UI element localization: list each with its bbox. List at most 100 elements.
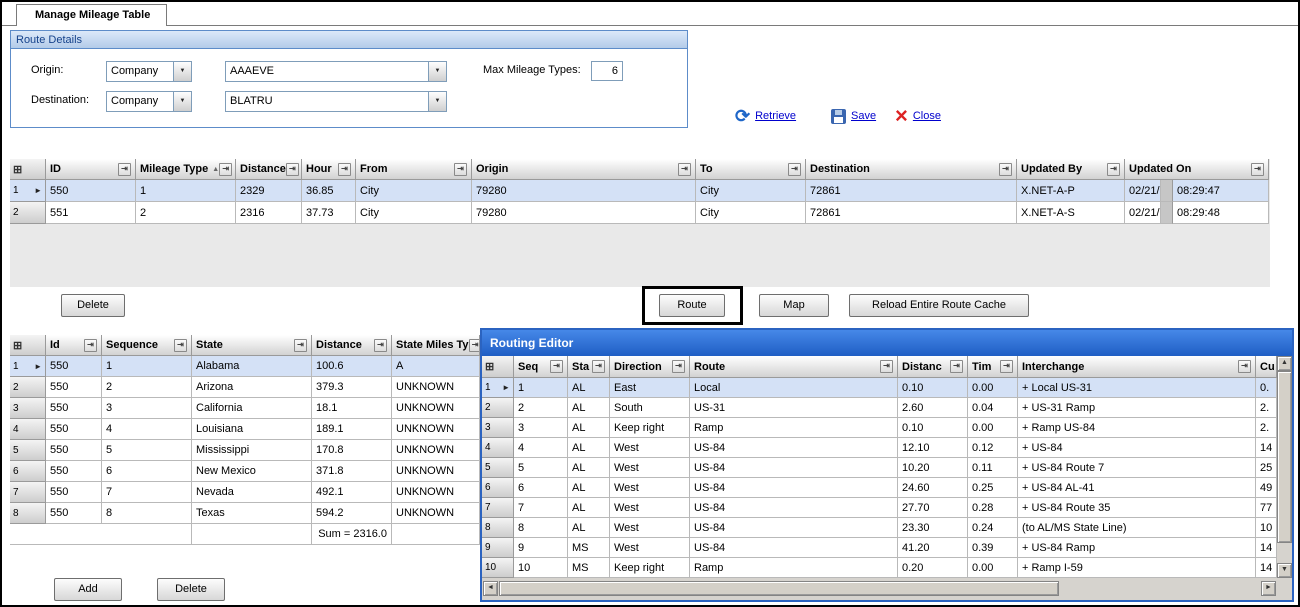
row-header[interactable]: 5 <box>482 458 514 478</box>
grid-cell[interactable]: US-84 <box>690 458 898 478</box>
grid-cell[interactable]: + US-84 Ramp <box>1018 538 1256 558</box>
grid-cell[interactable]: 0.11 <box>968 458 1018 478</box>
grid-cell[interactable]: 2316 <box>236 202 302 224</box>
route-button[interactable]: Route <box>659 294 725 317</box>
grid-cell[interactable]: 2.60 <box>898 398 968 418</box>
table-row[interactable]: 44ALWestUS-8412.100.12+ US-8414 <box>482 438 1277 458</box>
grid-cell[interactable]: 4 <box>102 419 192 440</box>
vertical-scrollbar[interactable]: ▲ ▼ <box>1277 356 1292 578</box>
row-header[interactable]: 1► <box>482 378 514 398</box>
row-header[interactable]: 3 <box>10 398 46 419</box>
table-row[interactable]: 1►1ALEastLocal0.100.00+ Local US-310. <box>482 378 1277 398</box>
grid-cell[interactable]: 1 <box>102 356 192 377</box>
column-pin-icon[interactable]: ⇥ <box>469 339 480 352</box>
column-header[interactable]: Tim⇥ <box>968 356 1018 378</box>
grid-cell[interactable]: West <box>610 518 690 538</box>
grid-corner-cell[interactable]: ⊞ <box>10 335 46 356</box>
scroll-left-icon[interactable]: ◄ <box>483 581 498 596</box>
row-header[interactable]: 7 <box>482 498 514 518</box>
grid-cell[interactable]: Louisiana <box>192 419 312 440</box>
map-button[interactable]: Map <box>759 294 829 317</box>
delete-button-bottom[interactable]: Delete <box>157 578 225 601</box>
column-pin-icon[interactable]: ⇥ <box>788 163 801 176</box>
grid-cell[interactable]: 10 <box>1256 518 1277 538</box>
grid-cell[interactable]: City <box>696 180 806 202</box>
row-header[interactable]: 2 <box>10 377 46 398</box>
grid-cell[interactable]: 7 <box>102 482 192 503</box>
grid-cell[interactable]: Nevada <box>192 482 312 503</box>
table-row[interactable]: 22ALSouthUS-312.600.04+ US-31 Ramp2. <box>482 398 1277 418</box>
reload-route-cache-button[interactable]: Reload Entire Route Cache <box>849 294 1029 317</box>
scroll-up-icon[interactable]: ▲ <box>1277 356 1292 371</box>
grid-cell[interactable]: 72861 <box>806 202 1017 224</box>
column-header[interactable]: Interchange⇥ <box>1018 356 1256 378</box>
grid-cell[interactable]: Texas <box>192 503 312 524</box>
grid-cell[interactable]: 10 <box>514 558 568 578</box>
grid-cell[interactable]: UNKNOWN <box>392 482 480 503</box>
grid-cell[interactable]: Keep right <box>610 558 690 578</box>
chevron-down-icon[interactable]: ▼ <box>428 92 446 111</box>
grid-cell[interactable]: Mississippi <box>192 440 312 461</box>
row-header[interactable]: 4 <box>482 438 514 458</box>
grid-cell[interactable]: AL <box>568 458 610 478</box>
column-pin-icon[interactable]: ⇥ <box>1251 163 1264 176</box>
column-header[interactable]: Direction⇥ <box>610 356 690 378</box>
table-row[interactable]: 25512231637.73City79280City72861X.NET-A-… <box>10 202 1270 224</box>
column-pin-icon[interactable]: ⇥ <box>1000 360 1013 373</box>
grid-cell[interactable]: 72861 <box>806 180 1017 202</box>
row-header[interactable]: 2 <box>10 202 46 224</box>
grid-cell[interactable]: 14 <box>1256 538 1277 558</box>
row-header[interactable]: 9 <box>482 538 514 558</box>
grid-cell[interactable]: 37.73 <box>302 202 356 224</box>
column-header[interactable]: Sequence⇥ <box>102 335 192 356</box>
grid-cell[interactable]: City <box>356 202 472 224</box>
table-row[interactable]: 45504Louisiana189.1UNKNOWN <box>10 419 480 440</box>
grid-cell[interactable]: 36.85 <box>302 180 356 202</box>
column-header[interactable]: Route⇥ <box>690 356 898 378</box>
grid-cell[interactable]: 4 <box>514 438 568 458</box>
grid-cell[interactable]: 550 <box>46 482 102 503</box>
grid-cell[interactable]: 0. <box>1256 378 1277 398</box>
table-row[interactable]: 35503California18.1UNKNOWN <box>10 398 480 419</box>
column-pin-icon[interactable]: ⇥ <box>1107 163 1120 176</box>
column-pin-icon[interactable]: ⇥ <box>454 163 467 176</box>
grid-cell[interactable]: UNKNOWN <box>392 440 480 461</box>
column-pin-icon[interactable]: ⇥ <box>118 163 131 176</box>
grid-cell[interactable]: 8 <box>102 503 192 524</box>
table-row[interactable]: 65506New Mexico371.8UNKNOWN <box>10 461 480 482</box>
column-header[interactable]: Seq⇥ <box>514 356 568 378</box>
column-pin-icon[interactable]: ⇥ <box>678 163 691 176</box>
grid-cell[interactable]: 170.8 <box>312 440 392 461</box>
grid-cell[interactable]: 77 <box>1256 498 1277 518</box>
grid-cell[interactable]: 14 <box>1256 438 1277 458</box>
retrieve-link[interactable]: ⟳ Retrieve <box>735 105 796 127</box>
table-row[interactable]: 55ALWestUS-8410.200.11+ US-84 Route 725 <box>482 458 1277 478</box>
grid-corner-cell[interactable]: ⊞ <box>482 356 514 378</box>
table-row[interactable]: 1►5501232936.85City79280City72861X.NET-A… <box>10 180 1270 202</box>
grid-cell[interactable]: 5 <box>102 440 192 461</box>
row-header[interactable]: 7 <box>10 482 46 503</box>
add-button[interactable]: Add <box>54 578 122 601</box>
close-link[interactable]: × Close <box>895 105 941 127</box>
column-header[interactable]: Cu <box>1256 356 1277 378</box>
grid-cell[interactable]: Alabama <box>192 356 312 377</box>
grid-cell[interactable]: X.NET-A-P <box>1017 180 1125 202</box>
grid-cell[interactable]: Ramp <box>690 418 898 438</box>
grid-cell[interactable]: 550 <box>46 461 102 482</box>
grid-cell[interactable]: 0.00 <box>968 378 1018 398</box>
table-row[interactable]: 88ALWestUS-8423.300.24(to AL/MS State Li… <box>482 518 1277 538</box>
column-pin-icon[interactable]: ⇥ <box>84 339 97 352</box>
grid-cell[interactable]: South <box>610 398 690 418</box>
grid-cell[interactable]: 02/21/20 <box>1125 180 1161 202</box>
grid-cell[interactable]: 3 <box>514 418 568 438</box>
column-pin-icon[interactable]: ⇥ <box>374 339 387 352</box>
grid-cell[interactable]: East <box>610 378 690 398</box>
table-row[interactable]: 66ALWestUS-8424.600.25+ US-84 AL-4149 <box>482 478 1277 498</box>
grid-cell[interactable]: AL <box>568 418 610 438</box>
horizontal-scrollbar[interactable]: ◄ ► <box>482 578 1292 600</box>
column-pin-icon[interactable]: ⇥ <box>174 339 187 352</box>
grid-cell[interactable]: US-84 <box>690 538 898 558</box>
row-header[interactable]: 6 <box>10 461 46 482</box>
grid-cell[interactable]: 550 <box>46 419 102 440</box>
table-row[interactable]: 85508Texas594.2UNKNOWN <box>10 503 480 524</box>
